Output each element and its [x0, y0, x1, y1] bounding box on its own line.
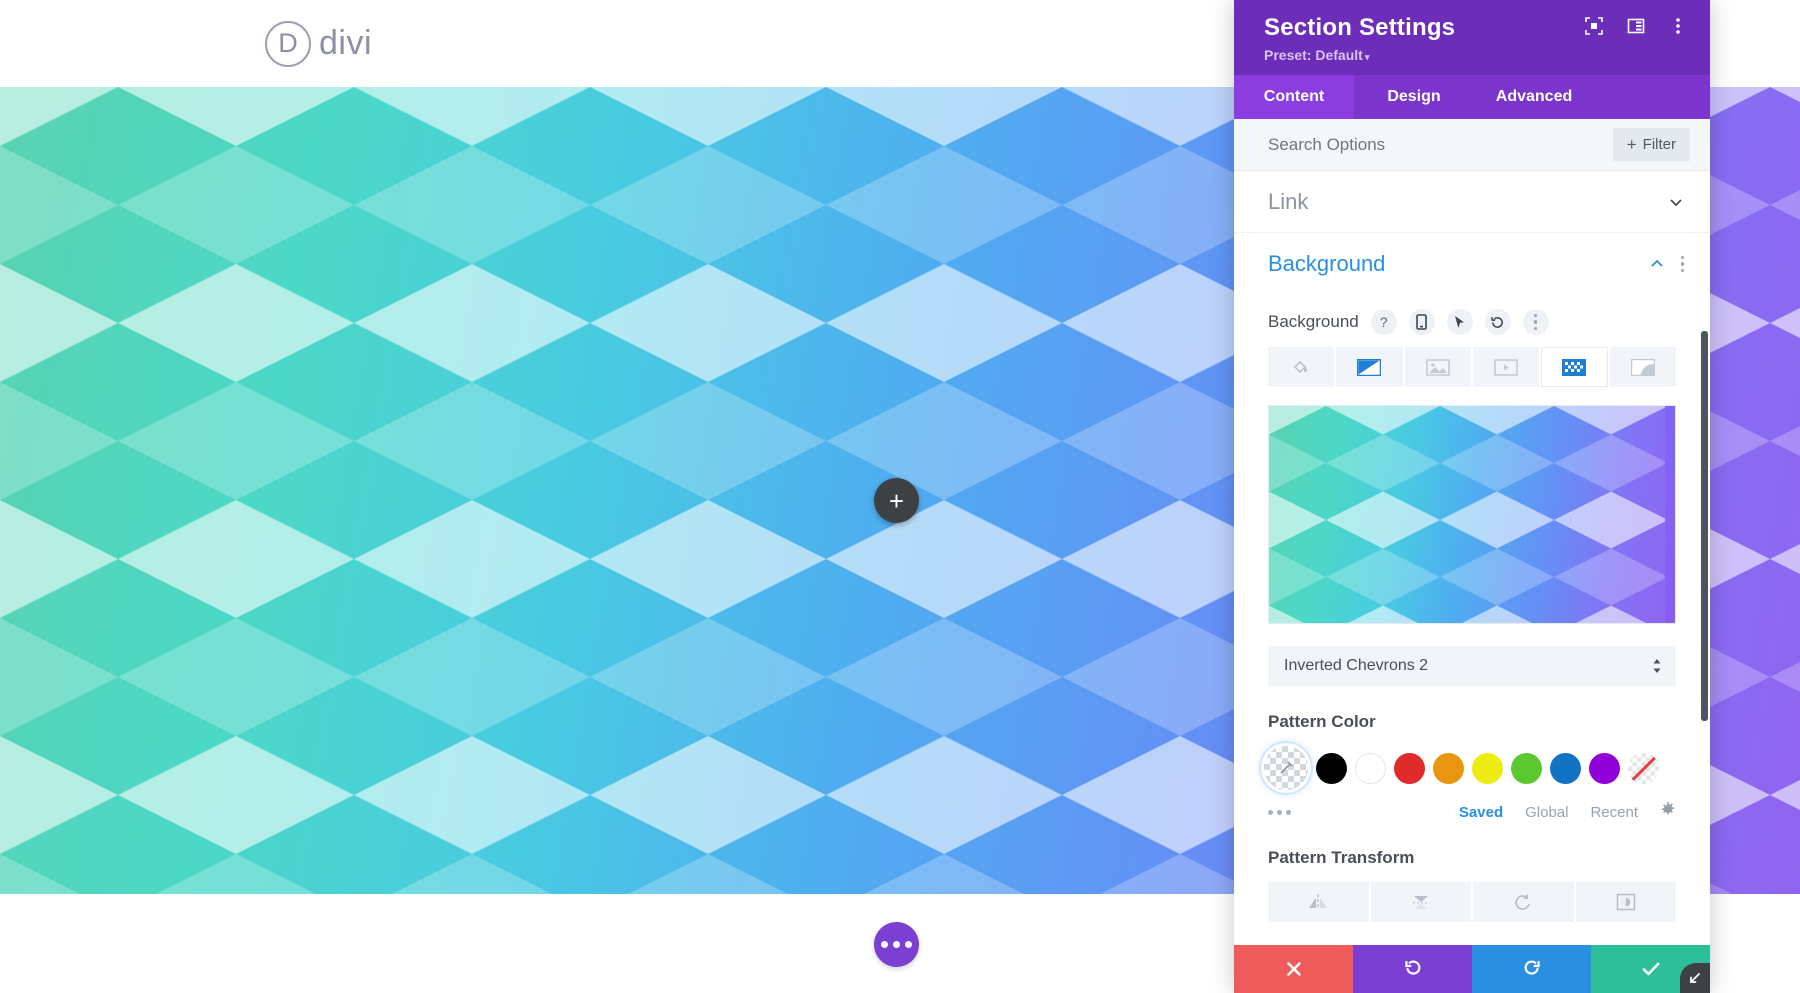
swatch-black[interactable]	[1316, 752, 1347, 784]
cancel-button[interactable]	[1234, 945, 1353, 993]
rotate-button[interactable]	[1473, 882, 1574, 922]
undo-button[interactable]	[1353, 945, 1472, 993]
swatch-purple[interactable]	[1589, 752, 1620, 784]
filter-button-label: Filter	[1642, 136, 1676, 153]
filter-button[interactable]: + Filter	[1612, 128, 1690, 161]
dot	[1680, 255, 1684, 260]
pattern-select-row: Inverted Chevrons 2	[1268, 646, 1676, 686]
section-actions-button[interactable]	[874, 922, 919, 967]
swatch-yellow[interactable]	[1472, 752, 1503, 784]
pattern-select[interactable]: Inverted Chevrons 2	[1268, 646, 1676, 686]
reset-icon[interactable]	[1484, 309, 1511, 335]
palette-tab-saved[interactable]: Saved	[1459, 804, 1503, 821]
pattern-transform-label: Pattern Transform	[1268, 848, 1415, 867]
invert-button[interactable]	[1575, 882, 1676, 922]
layout-panel-icon[interactable]	[1626, 16, 1646, 36]
palette-meta-row: Saved Global Recent	[1268, 802, 1676, 822]
more-vertical-icon[interactable]	[1522, 309, 1549, 335]
divi-logo: D divi	[265, 20, 373, 67]
chevron-down-icon[interactable]	[1668, 194, 1684, 210]
dot	[1533, 326, 1538, 331]
dot	[1277, 809, 1282, 815]
redo-button[interactable]	[1472, 945, 1591, 993]
palette-tabs: Saved Global Recent	[1459, 802, 1676, 822]
dot	[1533, 313, 1538, 318]
divi-logo-mark: D	[265, 20, 311, 67]
search-input[interactable]	[1268, 134, 1613, 155]
add-row-button[interactable]: +	[874, 478, 919, 523]
swatch-white[interactable]	[1355, 752, 1386, 784]
chevron-up-icon[interactable]	[1649, 256, 1665, 272]
dot	[1268, 809, 1273, 815]
tab-advanced[interactable]: Advanced	[1474, 75, 1594, 119]
dot	[1680, 262, 1684, 266]
divi-logo-text: divi	[319, 24, 373, 62]
background-image-tab[interactable]	[1404, 347, 1471, 387]
dot	[881, 941, 888, 948]
more-vertical-icon[interactable]	[1668, 16, 1688, 36]
background-option-header: Background ?	[1268, 309, 1676, 335]
accordion-background-label: Background	[1268, 251, 1386, 276]
background-type-tabs	[1268, 347, 1676, 387]
chevron-down-icon: ▾	[1364, 52, 1370, 62]
dot	[1680, 268, 1684, 273]
responsive-mobile-icon[interactable]	[1408, 309, 1435, 335]
panel-body: Link Background Background ? Inverted Ch…	[1234, 171, 1710, 945]
pattern-preview-overlay	[1269, 406, 1665, 623]
swatch-blue[interactable]	[1550, 752, 1581, 784]
swatch-none[interactable]	[1628, 752, 1659, 784]
flip-horizontal-button[interactable]	[1268, 882, 1369, 922]
panel-tabs: Content Design Advanced	[1234, 75, 1710, 119]
swatch-red[interactable]	[1394, 752, 1425, 784]
palette-tab-global[interactable]: Global	[1525, 804, 1568, 821]
swatch-custom-color[interactable]	[1264, 746, 1308, 790]
panel-resize-handle[interactable]	[1680, 963, 1710, 993]
background-pattern-tab[interactable]	[1541, 347, 1608, 387]
pattern-color-swatches	[1264, 746, 1676, 790]
tab-design[interactable]: Design	[1354, 75, 1474, 119]
dot	[893, 941, 900, 948]
focus-frame-icon[interactable]	[1584, 16, 1604, 36]
swatch-green[interactable]	[1511, 752, 1542, 784]
accordion-background-controls	[1649, 255, 1684, 273]
tab-content[interactable]: Content	[1234, 75, 1354, 119]
flip-vertical-button[interactable]	[1370, 882, 1471, 922]
palette-tab-recent[interactable]: Recent	[1590, 804, 1638, 821]
accordion-background[interactable]: Background	[1234, 233, 1710, 295]
section-settings-panel: Section Settings Preset: Default ▾ Conte…	[1234, 0, 1710, 993]
dot	[1286, 809, 1291, 815]
panel-preset-selector[interactable]: Preset: Default ▾	[1264, 47, 1680, 63]
accordion-link[interactable]: Link	[1234, 171, 1710, 233]
pattern-preview[interactable]	[1268, 405, 1676, 624]
swatch-orange[interactable]	[1433, 752, 1464, 784]
background-color-tab[interactable]	[1268, 347, 1335, 387]
dot	[905, 941, 912, 948]
background-option-label: Background	[1268, 312, 1359, 331]
more-horizontal-icon[interactable]	[1268, 809, 1291, 815]
panel-footer	[1234, 945, 1710, 993]
pattern-color-label: Pattern Color	[1268, 712, 1376, 731]
background-mask-tab[interactable]	[1609, 347, 1676, 387]
panel-header: Section Settings Preset: Default ▾	[1234, 0, 1710, 75]
pattern-transform-buttons	[1268, 882, 1676, 922]
accordion-link-controls	[1668, 194, 1684, 210]
background-gradient-tab[interactable]	[1336, 347, 1403, 387]
hover-cursor-icon[interactable]	[1446, 309, 1473, 335]
panel-scrollbar[interactable]	[1701, 331, 1708, 721]
background-option-block: Background ?	[1234, 295, 1710, 387]
gear-icon[interactable]	[1660, 802, 1676, 822]
more-vertical-icon[interactable]	[1680, 255, 1684, 273]
search-bar: + Filter	[1234, 119, 1710, 171]
help-icon[interactable]: ?	[1370, 309, 1397, 335]
panel-header-icons	[1584, 16, 1688, 36]
app-root: D divi + Section Settings Preset: Defaul…	[0, 0, 1800, 993]
dot	[1533, 320, 1538, 324]
plus-icon: +	[1626, 135, 1637, 154]
stepper-arrows-icon	[1652, 658, 1662, 674]
background-video-tab[interactable]	[1472, 347, 1540, 387]
accordion-link-label: Link	[1268, 188, 1309, 214]
panel-preset-label: Preset: Default	[1264, 47, 1363, 63]
pattern-select-value: Inverted Chevrons 2	[1284, 657, 1429, 674]
